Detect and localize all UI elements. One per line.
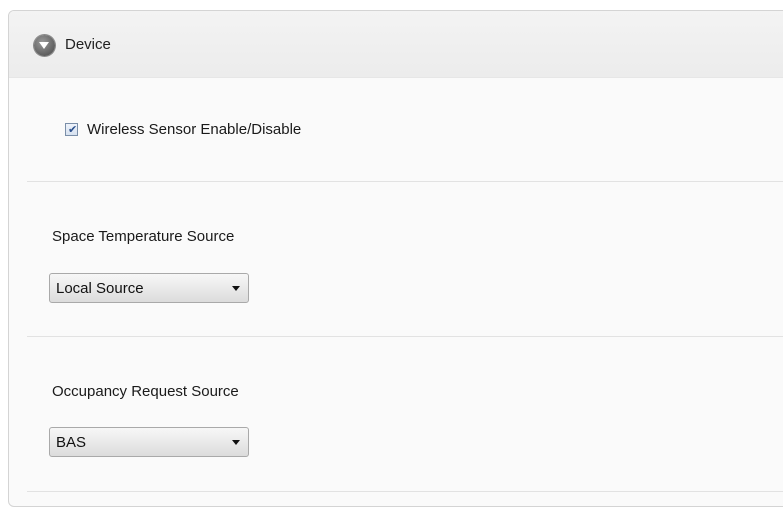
wireless-sensor-checkbox-row[interactable]: ✔ Wireless Sensor Enable/Disable bbox=[65, 119, 301, 139]
occupancy-request-dropdown[interactable]: BAS bbox=[49, 427, 249, 457]
panel-title: Device bbox=[65, 36, 111, 53]
check-icon: ✔ bbox=[68, 122, 78, 136]
panel-header: Device bbox=[9, 11, 783, 78]
wireless-sensor-section: ✔ Wireless Sensor Enable/Disable bbox=[27, 77, 783, 182]
occupancy-request-label: Occupancy Request Source bbox=[52, 383, 239, 400]
device-panel: Device ✔ Wireless Sensor Enable/Disable … bbox=[8, 10, 783, 507]
caret-down-icon bbox=[232, 286, 240, 291]
chevron-down-circle-icon bbox=[39, 42, 49, 49]
wireless-sensor-label: Wireless Sensor Enable/Disable bbox=[87, 120, 302, 138]
space-temperature-label: Space Temperature Source bbox=[52, 228, 235, 245]
caret-down-icon bbox=[232, 440, 240, 445]
space-temperature-section: Space Temperature Source Local Source bbox=[27, 182, 783, 337]
occupancy-request-selected-value: BAS bbox=[56, 434, 87, 451]
occupancy-request-section: Occupancy Request Source BAS bbox=[27, 337, 783, 492]
collapse-toggle-button[interactable] bbox=[34, 35, 55, 56]
space-temperature-selected-value: Local Source bbox=[56, 280, 144, 297]
space-temperature-dropdown[interactable]: Local Source bbox=[49, 273, 249, 303]
wireless-sensor-checkbox[interactable]: ✔ bbox=[65, 122, 78, 136]
